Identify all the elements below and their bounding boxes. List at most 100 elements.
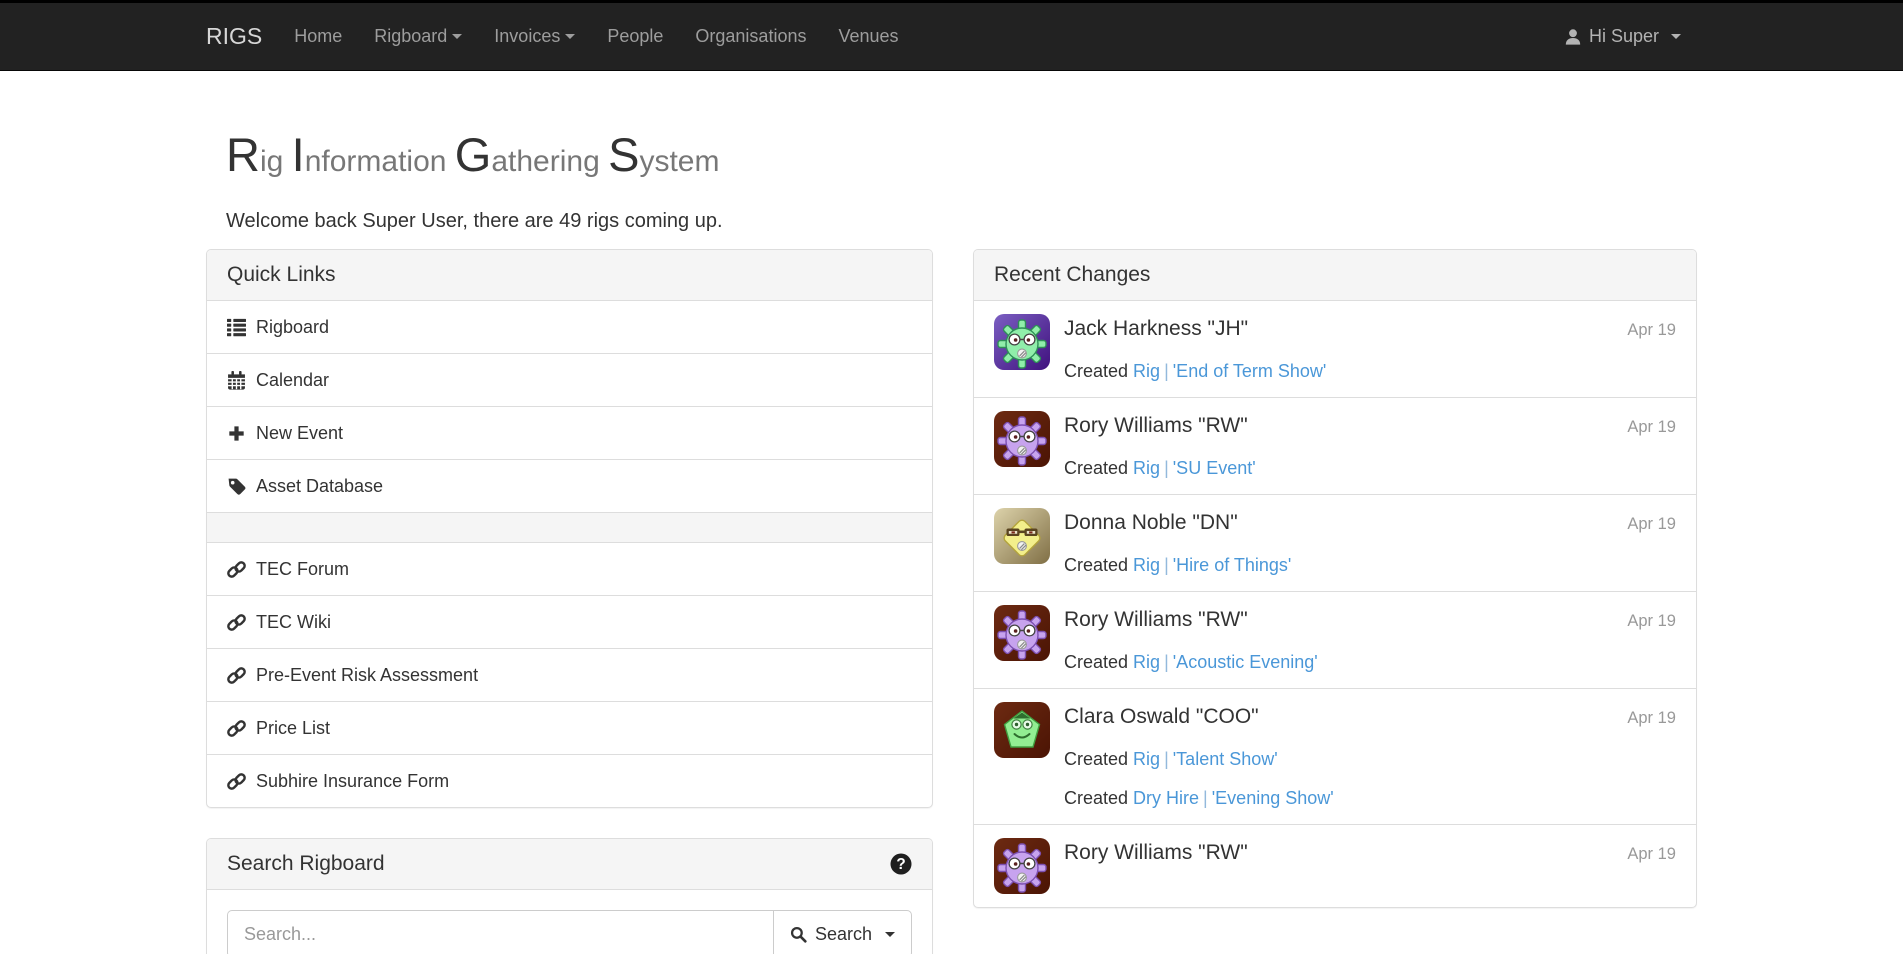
recent-change-head: Jack Harkness "JH" Apr 19: [1064, 314, 1676, 345]
quick-link-label: Subhire Insurance Form: [256, 768, 449, 794]
page-title: Rig Information Gathering System: [226, 129, 1677, 188]
monster-diamond-icon: [994, 508, 1050, 564]
caret-down-icon: [1671, 34, 1681, 39]
quick-link-item[interactable]: Calendar: [207, 353, 932, 406]
monster-gear-icon: [994, 314, 1050, 370]
user-menu-toggle[interactable]: Hi Super: [1548, 26, 1697, 47]
change-action: Created Rig|'Acoustic Evening': [1064, 649, 1676, 675]
target-name: 'Hire of Things': [1173, 555, 1292, 575]
recent-change-body: Clara Oswald "COO"Apr 19Created Rig|'Tal…: [1064, 702, 1676, 811]
change-date: Apr 19: [1627, 839, 1676, 869]
monster-pentagon-icon: [994, 702, 1050, 758]
user-name: Jack Harkness "JH": [1064, 314, 1248, 344]
pipe-separator: |: [1199, 788, 1212, 808]
change-action: Created Dry Hire|'Evening Show': [1064, 785, 1676, 811]
quick-link-item[interactable]: New Event: [207, 406, 932, 459]
quick-link-item[interactable]: Subhire Insurance Form: [207, 754, 932, 807]
quick-links-list: RigboardCalendar New Event Asset Database T…: [207, 301, 932, 807]
target-type: Rig: [1133, 361, 1160, 381]
recent-change-body: Jack Harkness "JH"Apr 19Created Rig|'End…: [1064, 314, 1676, 384]
action-verb: Created: [1064, 749, 1133, 769]
recent-change-head: Rory Williams "RW" Apr 19: [1064, 605, 1676, 636]
pipe-separator: |: [1160, 361, 1173, 381]
change-date: Apr 19: [1627, 606, 1676, 636]
search-rigboard-heading: Search Rigboard: [207, 839, 932, 890]
pipe-separator: |: [1160, 555, 1173, 575]
nav-link-organisations[interactable]: Organisations: [679, 3, 822, 70]
search-rigboard-panel: Search Rigboard Search: [206, 838, 933, 954]
quick-link-label: TEC Forum: [256, 556, 349, 582]
nav-link-invoices[interactable]: Invoices: [478, 3, 591, 70]
change-action: Created Rig|'SU Event': [1064, 455, 1676, 481]
search-input[interactable]: [227, 910, 773, 954]
action-target-link[interactable]: Dry Hire|'Evening Show': [1133, 788, 1334, 808]
pipe-separator: |: [1160, 749, 1173, 769]
quick-link-item[interactable]: Asset Database: [207, 459, 932, 512]
action-target-link[interactable]: Rig|'Talent Show': [1133, 749, 1278, 769]
list-separator: [207, 512, 932, 542]
action-verb: Created: [1064, 458, 1133, 478]
user-menu: Hi Super: [1548, 26, 1697, 47]
recent-change-head: Rory Williams "RW" Apr 19: [1064, 411, 1676, 442]
title-initial: R: [226, 128, 260, 181]
quick-link-item[interactable]: Price List: [207, 701, 932, 754]
quick-link-label: TEC Wiki: [256, 609, 331, 635]
pipe-separator: |: [1160, 652, 1173, 672]
caret-down-icon: [452, 34, 462, 39]
recent-change-head: Rory Williams "RW"Apr 19: [1064, 838, 1676, 869]
monster-diamond-icon: [994, 508, 1050, 564]
target-name: 'End of Term Show': [1173, 361, 1327, 381]
nav-item-invoices: Invoices: [478, 3, 591, 70]
change-date: Apr 19: [1627, 315, 1676, 345]
calendar-icon: [227, 371, 246, 390]
change-date: Apr 19: [1627, 509, 1676, 539]
quick-link-item[interactable]: Pre-Event Risk Assessment: [207, 648, 932, 701]
title-rest: ig: [260, 145, 292, 178]
plus-icon: [227, 424, 246, 443]
nav-link-label: Rigboard: [374, 26, 447, 47]
user-name: Clara Oswald "COO": [1064, 702, 1259, 732]
target-name: 'Talent Show': [1173, 749, 1278, 769]
quick-link-label: New Event: [256, 420, 343, 446]
link-icon: [227, 560, 246, 579]
nav-link-home[interactable]: Home: [278, 3, 358, 70]
action-target-link[interactable]: Rig|'Acoustic Evening': [1133, 652, 1318, 672]
recent-changes-heading: Recent Changes: [974, 250, 1696, 301]
quick-link-item[interactable]: TEC Forum: [207, 542, 932, 595]
search-rigboard-title: Search Rigboard: [227, 852, 385, 876]
action-target-link[interactable]: Rig|'End of Term Show': [1133, 361, 1326, 381]
monster-gear-icon: [994, 605, 1050, 661]
target-name: 'Acoustic Evening': [1173, 652, 1318, 672]
monster-gear-icon: [994, 605, 1050, 661]
recent-changes-list: Jack Harkness "JH"Apr 19Created Rig|'End…: [974, 301, 1696, 907]
quick-link-label: Price List: [256, 715, 330, 741]
user-menu-label: Hi Super: [1589, 26, 1659, 47]
nav-link-venues[interactable]: Venues: [822, 3, 914, 70]
user-name: Rory Williams "RW": [1064, 411, 1248, 441]
search-button[interactable]: Search: [773, 910, 912, 954]
search-icon: [790, 926, 807, 943]
change-action: Created Rig|'Talent Show': [1064, 746, 1676, 772]
monster-gear-icon: [994, 838, 1050, 894]
user-name: Donna Noble "DN": [1064, 508, 1238, 538]
nav-link-people[interactable]: People: [591, 3, 679, 70]
brand-link[interactable]: RIGS: [206, 23, 262, 50]
title-initial: G: [455, 128, 492, 181]
quick-link-item[interactable]: Rigboard: [207, 301, 932, 353]
top-navbar: RIGS Home Rigboard InvoicesPeople Organisat…: [0, 0, 1903, 71]
target-type: Rig: [1133, 749, 1160, 769]
action-target-link[interactable]: Rig|'SU Event': [1133, 458, 1256, 478]
target-type: Dry Hire: [1133, 788, 1199, 808]
nav-item-rigboard: Rigboard: [358, 3, 478, 70]
title-rest: athering: [491, 145, 608, 178]
title-rest: ystem: [639, 145, 719, 178]
title-initial: I: [292, 128, 305, 181]
quick-link-item[interactable]: TEC Wiki: [207, 595, 932, 648]
change-date: Apr 19: [1627, 412, 1676, 442]
nav-link-rigboard[interactable]: Rigboard: [358, 3, 478, 70]
nav-link-label: Organisations: [695, 26, 806, 47]
user-name: Rory Williams "RW": [1064, 605, 1248, 635]
recent-change-item: Rory Williams "RW" Apr 19 Created Rig|'SU …: [974, 397, 1696, 494]
question-circle-icon[interactable]: [890, 853, 912, 875]
action-target-link[interactable]: Rig|'Hire of Things': [1133, 555, 1291, 575]
